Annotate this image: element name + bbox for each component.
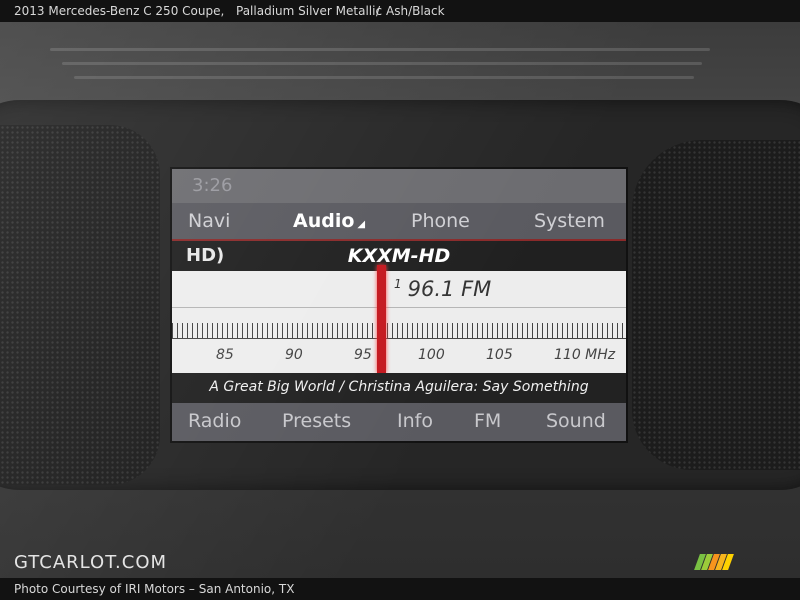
main-menu: Navi Audio ◢ Phone System xyxy=(172,203,626,241)
tuner-needle[interactable] xyxy=(377,265,386,373)
station-bar: HD) KXXM-HD xyxy=(172,241,626,271)
credit-bar: Photo Courtesy of IRI Motors – San Anton… xyxy=(0,578,800,600)
status-bar: 3:26 xyxy=(172,169,626,203)
menu-system[interactable]: System xyxy=(534,210,605,232)
submenu-radio[interactable]: Radio xyxy=(188,410,241,432)
vent-slat xyxy=(74,76,694,79)
caret-up-icon: ◢ xyxy=(357,219,366,230)
tuner-dial[interactable]: 1 96.1 FM 85 90 95 100 105 110 MHz xyxy=(172,271,626,373)
tuner-divider xyxy=(172,307,626,308)
speaker-grille-right xyxy=(632,140,800,470)
menu-phone[interactable]: Phone xyxy=(411,210,470,232)
caption-interior: Ash/Black xyxy=(386,4,445,18)
clock: 3:26 xyxy=(192,175,233,196)
caption-bar: 2013 Mercedes-Benz C 250 Coupe, Palladiu… xyxy=(0,0,800,22)
scale-label: 90 xyxy=(285,347,303,363)
station-name: KXXM-HD xyxy=(347,245,451,267)
submenu-fm[interactable]: FM xyxy=(474,410,501,432)
scale-label: 100 xyxy=(418,347,445,363)
submenu-presets[interactable]: Presets xyxy=(282,410,351,432)
caption-color: Palladium Silver Metallic xyxy=(236,4,383,18)
submenu-info[interactable]: Info xyxy=(397,410,433,432)
speaker-grille-left xyxy=(0,125,160,485)
now-playing-bar: A Great Big World / Christina Aguilera: … xyxy=(172,373,626,403)
submenu-sound[interactable]: Sound xyxy=(546,410,606,432)
vent-slat xyxy=(62,62,702,65)
scale-label: 110 MHz xyxy=(554,347,616,363)
caption-title: 2013 Mercedes-Benz C 250 Coupe, xyxy=(14,4,225,18)
tuner-baseline xyxy=(172,338,626,339)
gtcarlot-logo: GTCARLOT.COM xyxy=(14,552,168,573)
menu-audio[interactable]: Audio ◢ xyxy=(293,210,365,232)
sub-menu: Radio Presets Info FM Sound xyxy=(172,403,626,441)
scale-label: 95 xyxy=(354,347,372,363)
caption-separator: / xyxy=(376,4,381,18)
now-playing-text: A Great Big World / Christina Aguilera: … xyxy=(209,379,589,395)
tuner-ticks xyxy=(172,323,626,339)
menu-audio-label: Audio xyxy=(293,210,355,232)
frequency-value: 96.1 FM xyxy=(407,277,492,301)
frequency-readout: 1 96.1 FM xyxy=(394,277,491,301)
logo-stripes-icon xyxy=(694,554,734,574)
vent-slat xyxy=(50,48,710,51)
scale-label: 105 xyxy=(486,347,513,363)
scale-label: 85 xyxy=(216,347,234,363)
photo-credit: Photo Courtesy of IRI Motors – San Anton… xyxy=(14,582,295,596)
menu-navi[interactable]: Navi xyxy=(188,210,230,232)
head-unit-screen: 3:26 Navi Audio ◢ Phone System HD) KXXM-H… xyxy=(170,167,628,443)
preset-number: 1 xyxy=(394,277,402,291)
